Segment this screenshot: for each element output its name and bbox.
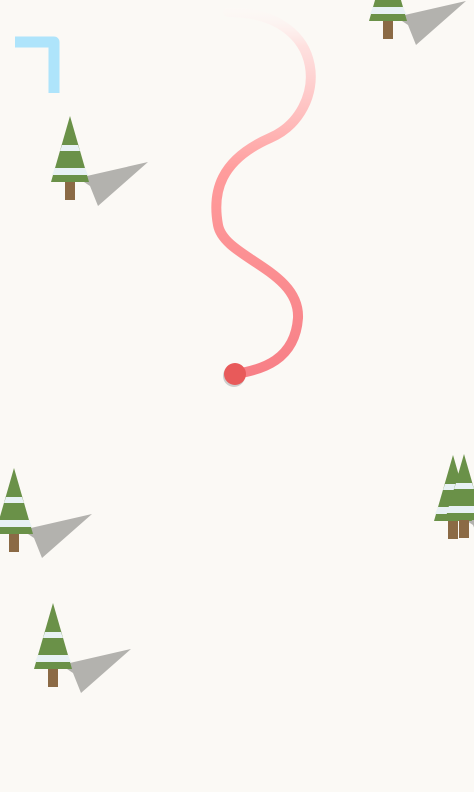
red-ball-skier (224, 363, 246, 385)
tree-snow-band (35, 655, 71, 662)
tree-trunk (9, 534, 19, 552)
tree-shadows (22, 1, 474, 693)
trees (0, 0, 474, 687)
ski-trail (211, 7, 316, 379)
player-ball (223, 363, 246, 387)
tree-lower-left-shadow (61, 649, 131, 693)
tree-snow-band (454, 483, 474, 489)
tree-top-right (369, 0, 407, 39)
tree-snow-band (0, 520, 32, 527)
tree-mid-left-shadow (22, 514, 92, 558)
ski-slope-scene (0, 0, 474, 693)
tree-snow-band (60, 145, 80, 151)
tree-trunk (448, 521, 458, 539)
corner-bracket-icon[interactable] (15, 36, 60, 93)
tree-trunk (383, 21, 393, 39)
game-canvas[interactable] (0, 0, 474, 792)
tree-top-right-shadow (396, 1, 466, 45)
tree-mid-left (0, 468, 33, 552)
tree-upper-left-shadow (78, 162, 148, 206)
tree-upper-left (51, 116, 89, 200)
tree-snow-band (4, 497, 24, 503)
tree-snow-band (52, 168, 88, 175)
tree-trunk (65, 182, 75, 200)
tree-snow-band (43, 632, 63, 638)
tree-trunk (48, 669, 58, 687)
tree-snow-band (446, 506, 474, 513)
tree-trunk (459, 520, 469, 538)
tree-snow-band (370, 7, 406, 14)
tree-lower-left (34, 603, 72, 687)
